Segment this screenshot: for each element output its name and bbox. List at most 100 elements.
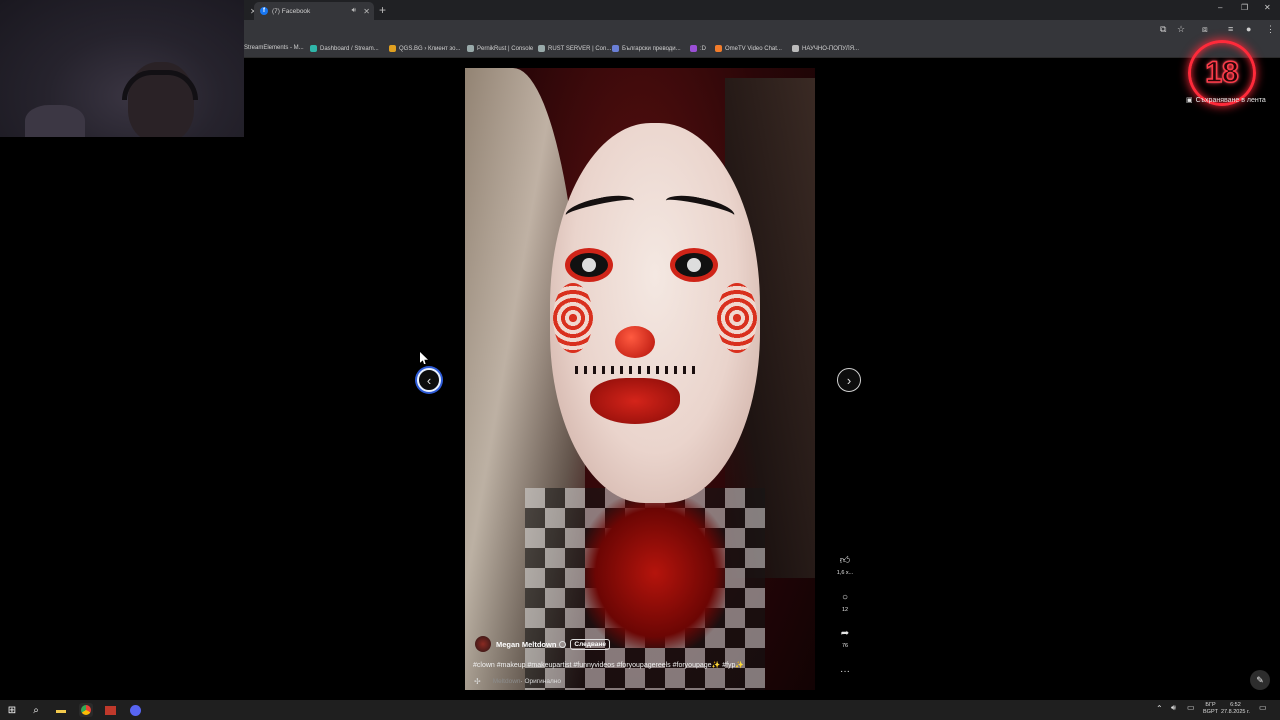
volume-icon[interactable]: 🔊︎	[1171, 704, 1176, 712]
close-window-button[interactable]: ✕	[1264, 3, 1271, 12]
video-painted-teeth	[575, 366, 695, 374]
facebook-icon: f	[260, 7, 268, 15]
author-name[interactable]: Megan Meltdown	[496, 640, 556, 649]
tab-label: (7) Facebook	[272, 7, 311, 15]
video-eye	[670, 248, 718, 282]
bookmark-icon: ▣	[1186, 97, 1193, 104]
clock-date: 27.8.2025 г.	[1221, 709, 1250, 715]
screen: ✕ f (7) Facebook 🔊︎ ✕ + – ❐ ✕ ⧉ ☆ ⧈ ≡ ● …	[0, 0, 1280, 720]
previous-reel-button[interactable]: ‹	[417, 368, 441, 392]
bookmark-favicon-icon	[612, 45, 619, 52]
bookmark-label: Dashboard / Stream...	[320, 45, 379, 52]
bookmark-favicon-icon	[538, 45, 545, 52]
bookmark-item[interactable]: НАУЧНО-ПОПУЛЯ...	[792, 45, 859, 52]
like-count: 1,6 х...	[836, 570, 854, 576]
save-reel-button[interactable]: ▣ Съхраняване в лента	[1186, 96, 1266, 105]
bookmark-label: :D	[700, 45, 706, 52]
comment-count: 12	[841, 607, 849, 613]
restore-button[interactable]: ❐	[1241, 3, 1248, 12]
streaming-app-icon[interactable]	[103, 703, 117, 717]
search-icon[interactable]: ⌕	[29, 703, 43, 717]
video-eye	[565, 248, 613, 282]
reel-hashtags[interactable]: #clown #makeup #makeupartist #funnyvideo…	[473, 661, 744, 669]
like-button[interactable]: 👍︎ 1,6 х...	[835, 553, 855, 576]
music-note-icon: ✢	[474, 677, 481, 686]
bookmark-label: StreamElements - M...	[244, 45, 304, 51]
extensions-icon[interactable]: ⧈	[1202, 24, 1208, 35]
chrome-icon[interactable]	[79, 703, 93, 717]
file-explorer-icon[interactable]: ▬	[54, 703, 68, 717]
menu-icon[interactable]: ⋮	[1266, 24, 1275, 35]
share-button[interactable]: ➦ 76	[835, 626, 855, 650]
globe-icon	[559, 640, 567, 648]
bookmark-item[interactable]: QGS.BG › Клиент зо...	[389, 45, 460, 52]
share-icon: ➦	[840, 627, 850, 639]
audio-owner: Meltdown	[492, 678, 521, 685]
bookmark-label: НАУЧНО-ПОПУЛЯ...	[802, 45, 860, 52]
chevron-left-icon: ‹	[426, 372, 432, 388]
media-controls-icon[interactable]: ≡	[1228, 24, 1233, 34]
bookmark-favicon-icon	[389, 45, 396, 52]
close-tab-icon[interactable]: ✕	[363, 7, 370, 16]
profile-icon[interactable]: ●	[1246, 24, 1251, 34]
clock-time: 6:52	[1230, 702, 1241, 708]
new-message-button[interactable]: ✎	[1250, 670, 1270, 690]
reel-audio-row[interactable]: ✢ Meltdown · Оригинално	[474, 677, 561, 686]
minimize-button[interactable]: –	[1218, 3, 1222, 12]
bookmark-item[interactable]: PernikRust | Console	[467, 45, 533, 52]
comment-button[interactable]: ○ 12	[835, 590, 855, 614]
notifications-icon[interactable]: ▭	[1259, 704, 1267, 712]
mouse-cursor-icon	[420, 352, 428, 364]
speaker-icon[interactable]: 🔊︎	[352, 7, 356, 15]
bookmark-label: OmeTV Video Chat...	[725, 45, 782, 52]
avatar[interactable]	[475, 636, 491, 652]
bookmark-favicon-icon	[792, 45, 799, 52]
thumbs-up-icon: 👍︎	[839, 555, 851, 566]
video-red-collar	[585, 498, 725, 648]
bookmark-item[interactable]: Dashboard / Stream...	[310, 45, 379, 52]
reel-author-row: Megan Meltdown Следване	[475, 636, 610, 652]
more-icon: ···	[840, 665, 850, 677]
new-tab-button[interactable]: +	[379, 3, 386, 17]
bookmark-item[interactable]: OmeTV Video Chat...	[715, 45, 782, 52]
cast-icon[interactable]: ⧉	[1160, 24, 1166, 35]
reel-video[interactable]	[465, 68, 815, 690]
language-indicator[interactable]: БГР BGPT	[1203, 702, 1218, 716]
more-options-button[interactable]: ···	[835, 664, 855, 678]
video-clown-nose	[615, 326, 655, 358]
follow-button[interactable]: Следване	[570, 638, 610, 650]
bookmark-label: PernikRust | Console	[477, 45, 534, 52]
bookmark-item[interactable]: :D	[690, 45, 706, 52]
share-count: 76	[841, 643, 849, 649]
edit-icon: ✎	[1256, 674, 1264, 685]
save-reel-label: Съхраняване в лента	[1195, 96, 1266, 104]
bookmark-label: QGS.BG › Клиент зо...	[399, 45, 461, 52]
bookmark-item[interactable]: RUST SERVER | Con...	[538, 45, 611, 52]
tab-facebook[interactable]: f (7) Facebook 🔊︎ ✕	[254, 2, 374, 20]
language-bottom: BGPT	[1203, 709, 1218, 715]
audio-label: · Оригинално	[520, 678, 562, 685]
bookmark-label: RUST SERVER | Con...	[548, 45, 612, 52]
bookmark-item[interactable]: StreamElements - M...	[244, 45, 304, 51]
video-cheek-swirl	[717, 283, 757, 353]
windows-start-icon[interactable]: ⊞	[5, 703, 19, 717]
webcam-figure	[25, 105, 85, 137]
next-reel-button[interactable]: ›	[837, 368, 861, 392]
bookmark-favicon-icon	[715, 45, 722, 52]
video-cheek-swirl	[553, 283, 593, 353]
language-top: БГР	[1205, 702, 1216, 708]
comment-icon: ○	[841, 591, 849, 603]
tray-overflow-icon[interactable]: ⌃	[1156, 705, 1163, 713]
bookmark-favicon-icon	[310, 45, 317, 52]
clock[interactable]: 6:52 27.8.2025 г.	[1221, 702, 1250, 716]
discord-app-icon[interactable]	[128, 703, 142, 717]
windows-taskbar	[0, 700, 1280, 720]
bookmark-favicon-icon	[467, 45, 474, 52]
webcam-overlay	[0, 0, 244, 137]
bookmark-star-icon[interactable]: ☆	[1177, 24, 1185, 35]
bookmark-item[interactable]: Български преводи...	[612, 45, 681, 52]
bookmark-label: Български преводи...	[622, 45, 681, 52]
network-icon[interactable]: ▭	[1187, 704, 1195, 712]
chevron-right-icon: ›	[846, 372, 852, 388]
video-lips	[590, 378, 680, 424]
